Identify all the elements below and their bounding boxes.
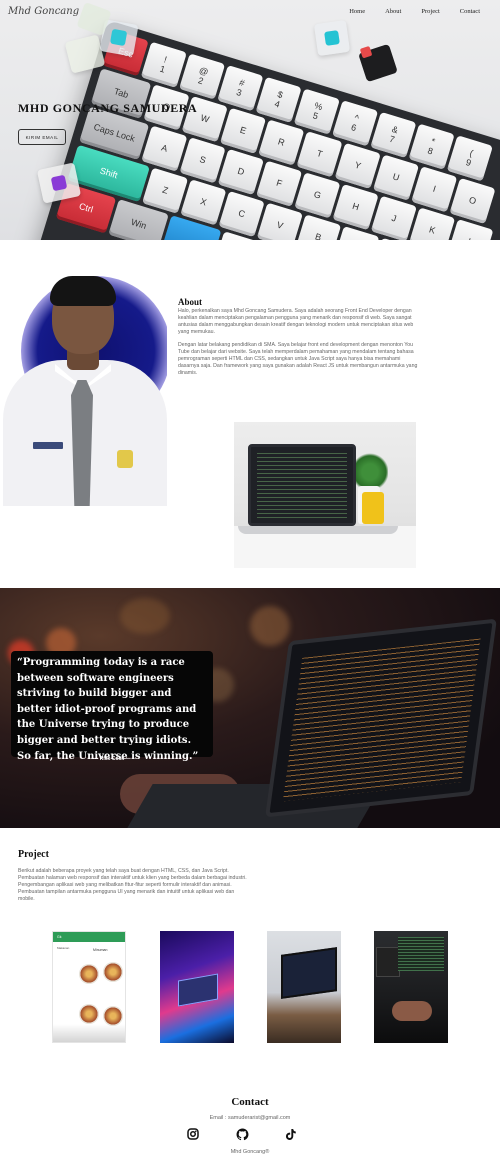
nav-link-contact[interactable]: Contact	[460, 8, 480, 15]
photo-mug	[362, 492, 384, 524]
keycap-number: 6	[350, 121, 358, 133]
nav-link-home[interactable]: Home	[349, 8, 365, 15]
keycap-number: 8	[426, 144, 435, 156]
about-title: About	[178, 297, 203, 307]
keycap-number: 4	[273, 98, 282, 110]
bokeh-light	[250, 606, 290, 646]
card-fade	[53, 1024, 125, 1042]
hero-title: MHD GONCANG SAMUDERA	[18, 101, 198, 115]
quote-author: — Rick Cook —	[93, 756, 131, 762]
photo-school-badge	[117, 450, 133, 468]
photo-laptop-screen	[265, 618, 497, 818]
keycap-number: 3	[235, 86, 244, 98]
keycap: * 8	[408, 123, 455, 170]
footer-copyright: Mhd Goncang®	[230, 1149, 270, 1155]
keycap: F	[256, 160, 303, 207]
keycap: U	[372, 154, 420, 201]
keycap: A	[141, 125, 188, 172]
keycap: Y	[334, 142, 381, 189]
keycap-image	[313, 19, 351, 57]
brand-logo[interactable]: Mhd Goncang	[8, 6, 79, 17]
send-email-button[interactable]: KIRIM EMAIL	[18, 129, 66, 145]
contact-title: Contact	[231, 1096, 269, 1108]
keycap: $4	[255, 76, 302, 123]
keycap: R	[258, 119, 305, 166]
keycap: Z	[142, 167, 189, 214]
keycap: S	[179, 137, 226, 184]
card-monitor-art	[376, 947, 400, 977]
laptop-photo	[234, 422, 416, 568]
quote-text: “Programming today is a race between sof…	[17, 657, 199, 762]
card-app-header: Gk	[53, 932, 125, 942]
instagram-icon[interactable]	[186, 1127, 200, 1141]
keycap: O	[449, 177, 496, 225]
project-card-4[interactable]	[374, 931, 448, 1043]
keycap: T	[296, 131, 343, 178]
photo-laptop-screen	[248, 444, 356, 526]
photo-hair	[50, 276, 116, 306]
keycap: % 5	[293, 88, 340, 135]
card-hand-art	[392, 1001, 432, 1021]
photo-code-lines	[257, 453, 347, 519]
keycap: H	[332, 183, 379, 231]
keycap-number: 2	[197, 74, 205, 86]
project-title: Project	[18, 849, 49, 860]
keycap-number: 9	[464, 156, 473, 168]
bokeh-light	[120, 598, 170, 634]
keycap: ^ 6	[332, 100, 379, 147]
project-card-3[interactable]	[267, 931, 341, 1043]
main-nav: Home About Project Contact	[329, 8, 480, 15]
keycap: D	[217, 148, 264, 196]
food-thumbnail	[79, 1004, 99, 1024]
keycap: J	[370, 195, 417, 240]
keycap: ! 1	[140, 41, 187, 88]
profile-photo	[3, 270, 167, 506]
keycap: & 7	[370, 111, 417, 159]
keycap-number: 7	[388, 133, 397, 145]
keycap: C	[218, 190, 265, 238]
hero-section: Esc!1@2#3$4%5^6&7*8(9TabQWERTYUIOCaps Lo…	[0, 0, 500, 240]
keycap: X	[180, 179, 227, 226]
card-monitor-art	[398, 937, 444, 971]
keycap: I	[411, 166, 458, 213]
keycap: E	[219, 107, 267, 154]
keycap-number: 5	[311, 109, 320, 121]
photo-tie	[71, 380, 93, 506]
photo-laptop-base	[238, 526, 398, 534]
keycap: (9	[446, 135, 493, 182]
card-monitor-art	[281, 947, 337, 999]
food-thumbnail	[103, 962, 123, 982]
keycap-image	[358, 43, 398, 83]
card-section-label: Minuman	[93, 948, 108, 952]
tiktok-icon[interactable]	[284, 1127, 298, 1141]
food-thumbnail	[79, 964, 99, 984]
food-thumbnail	[103, 1006, 123, 1026]
nav-link-about[interactable]: About	[385, 8, 401, 15]
nav-link-project[interactable]: Project	[421, 8, 439, 15]
project-card-1[interactable]: Gk Makanan Minuman	[52, 931, 126, 1043]
quote-box: “Programming today is a race between sof…	[11, 651, 213, 762]
keycap: G	[294, 172, 341, 219]
github-icon[interactable]	[235, 1127, 249, 1141]
card-section-label: Makanan	[57, 946, 70, 950]
card-laptop-art	[178, 973, 218, 1007]
photo-code-lines	[282, 638, 481, 802]
keycap: #3	[217, 65, 264, 112]
photo-name-tag	[33, 442, 63, 449]
about-paragraph: Halo, perkenalkan saya Mhd Goncang Samud…	[178, 308, 414, 335]
project-description: Berikut adalah beberapa proyek yang tela…	[18, 868, 247, 902]
contact-email[interactable]: Email : samuderarist@gmail.com	[0, 1115, 500, 1121]
project-card-2[interactable]	[160, 931, 234, 1043]
keycap-number: 1	[158, 63, 167, 75]
about-paragraph: Dengan latar belakang pendidikan di SMA.…	[178, 342, 418, 376]
keycap: @2	[178, 53, 226, 100]
